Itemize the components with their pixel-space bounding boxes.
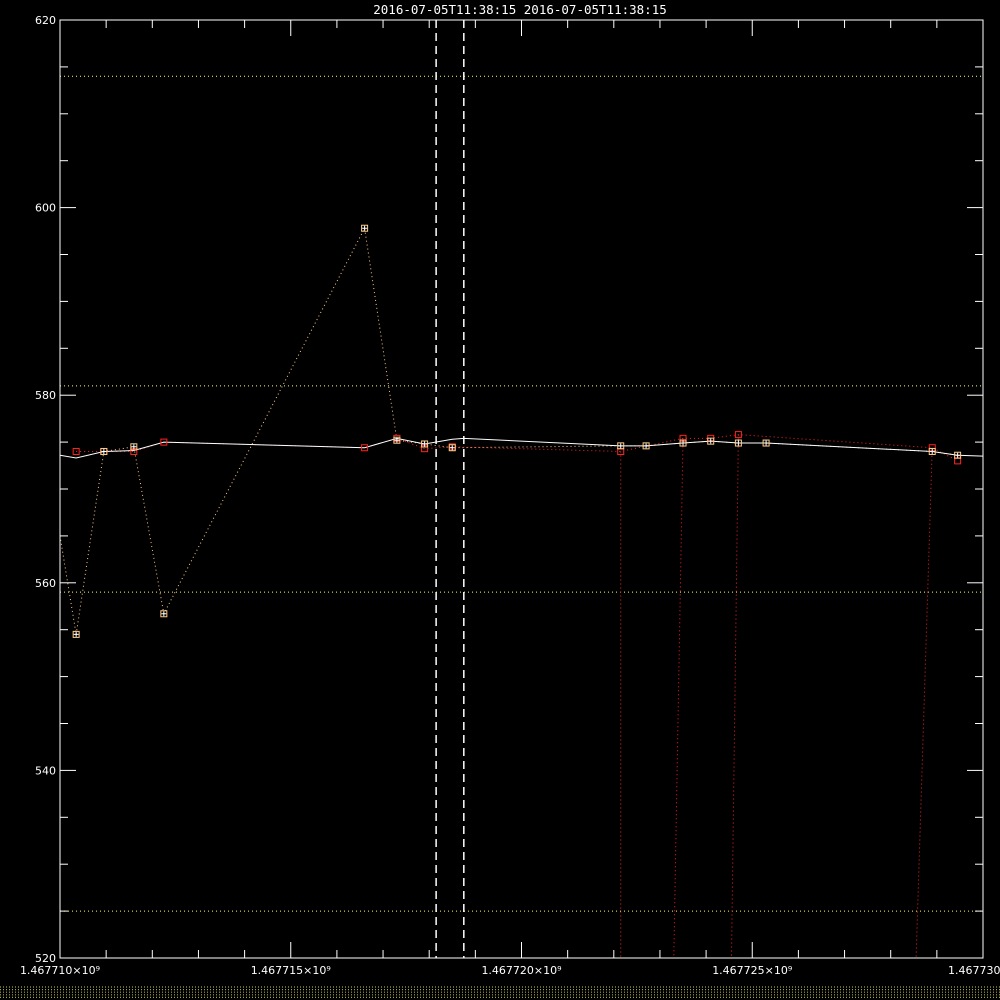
flagged-point-cross [362,225,368,231]
x-tick-label: 1.467710×10⁹ [20,964,100,977]
flagged-point-cross [643,443,649,449]
tick-labels: 5205405605806006201.467710×10⁹ 1.467715×1… [20,14,1000,977]
dropout-line [915,447,933,958]
y-tick-label: 560 [35,577,56,590]
flagged-point-cross [708,438,714,444]
chart-title: 2016-07-05T11:38:15 2016-07-05T11:38:15 [373,2,667,17]
x-tick-label: 1.467730×10⁹ [948,964,1000,977]
flagged-point-cross [73,631,79,637]
axes [59,19,984,959]
flagged-point-cross [955,452,961,458]
flagged-point-cross [735,440,741,446]
y-tick-label: 540 [35,764,56,777]
y-tick-label: 620 [35,14,56,27]
x-tick-label: 1.467725×10⁹ [712,964,792,977]
dropout-line [673,438,684,958]
bottom-strip [0,986,1000,999]
chart: 2016-07-05T11:38:15 2016-07-05T11:38:15 … [0,2,1000,999]
observed-point [954,457,962,465]
flagged-point-cross [618,443,624,449]
x-tick-label: 1.467720×10⁹ [481,964,561,977]
flagged-point-cross [161,611,167,617]
axes-frame [59,19,984,959]
flagged-point-cross [929,448,935,454]
y-tick-label: 580 [35,389,56,402]
series-flagged-line [60,226,958,635]
plot-area [60,20,983,958]
x-tick-label: 1.467715×10⁹ [251,964,331,977]
dropout-line [730,434,739,958]
series-model-line [60,437,983,459]
y-tick-label: 600 [35,202,56,215]
flagged-point-cross [763,440,769,446]
series-observed-line [76,434,958,462]
flagged-point-cross [101,448,107,454]
